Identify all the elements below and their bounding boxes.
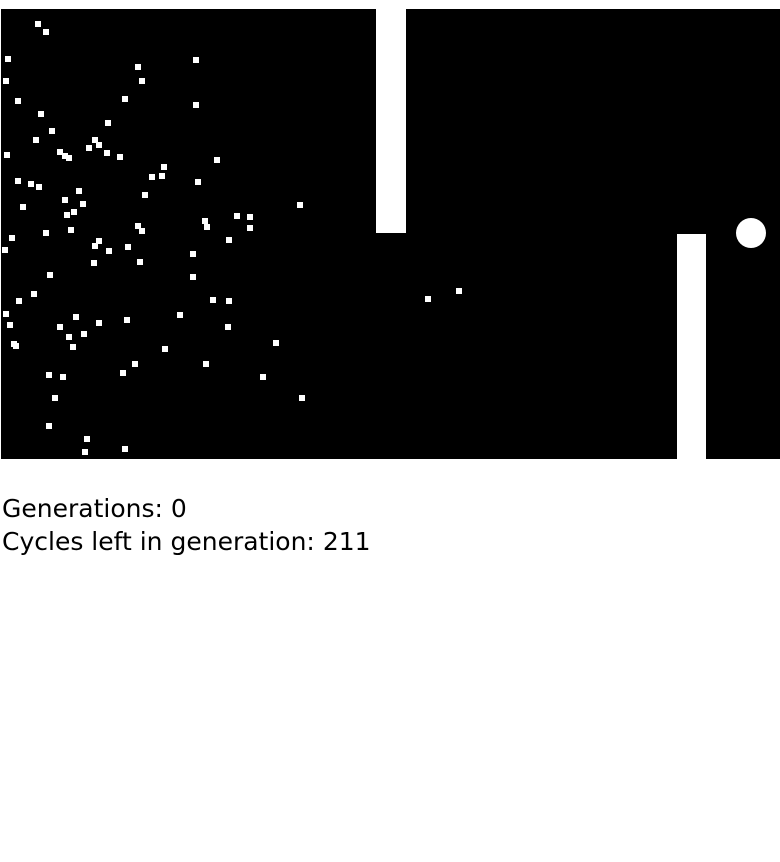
population-dot	[124, 317, 130, 323]
top-wall-obstacle	[376, 9, 406, 233]
population-dot	[66, 155, 72, 161]
population-dot	[60, 374, 66, 380]
population-dot	[64, 212, 70, 218]
population-dot	[161, 164, 167, 170]
population-dot	[96, 142, 102, 148]
population-dot	[15, 98, 21, 104]
population-dot	[214, 157, 220, 163]
population-dot	[92, 243, 98, 249]
population-dot	[43, 230, 49, 236]
population-dot	[299, 395, 305, 401]
cycles-readout: Cycles left in generation: 211	[2, 525, 371, 558]
population-dot	[46, 372, 52, 378]
population-dot	[4, 152, 10, 158]
population-dot	[57, 324, 63, 330]
population-dot	[80, 201, 86, 207]
population-dot	[247, 225, 253, 231]
population-dot	[226, 298, 232, 304]
population-dot	[49, 128, 55, 134]
population-dot	[120, 370, 126, 376]
population-dot	[70, 344, 76, 350]
population-dot	[96, 320, 102, 326]
population-dot	[91, 260, 97, 266]
population-dot	[52, 395, 58, 401]
population-dot	[425, 296, 431, 302]
population-dot	[31, 291, 37, 297]
population-dot	[225, 324, 231, 330]
population-dot	[9, 235, 15, 241]
population-dot	[38, 111, 44, 117]
population-dot	[203, 361, 209, 367]
population-dot	[47, 272, 53, 278]
population-dot	[159, 173, 165, 179]
population-dot	[15, 178, 21, 184]
population-dot	[5, 56, 11, 62]
population-dot	[3, 311, 9, 317]
population-dot	[125, 244, 131, 250]
population-dot	[247, 214, 253, 220]
generations-label: Generations:	[2, 494, 163, 523]
population-dot	[16, 298, 22, 304]
population-dot	[43, 29, 49, 35]
population-dot	[104, 150, 110, 156]
population-dot	[122, 96, 128, 102]
population-dot	[177, 312, 183, 318]
population-dot	[84, 436, 90, 442]
population-dot	[106, 248, 112, 254]
population-dot	[35, 21, 41, 27]
population-dot	[234, 213, 240, 219]
population-dot	[139, 228, 145, 234]
population-dot	[117, 154, 123, 160]
population-dot	[139, 78, 145, 84]
population-dot	[204, 224, 210, 230]
population-dot	[73, 314, 79, 320]
population-dot	[142, 192, 148, 198]
population-dot	[297, 202, 303, 208]
population-dot	[149, 174, 155, 180]
generations-readout: Generations: 0	[2, 492, 371, 525]
bottom-wall-obstacle	[677, 234, 706, 459]
population-dot	[82, 449, 88, 455]
game-arena	[1, 9, 780, 459]
population-dot	[105, 120, 111, 126]
population-dot	[190, 251, 196, 257]
population-dot	[193, 102, 199, 108]
population-dot	[71, 209, 77, 215]
population-dot	[162, 346, 168, 352]
population-dot	[76, 188, 82, 194]
generations-value: 0	[170, 494, 187, 523]
population-dot	[190, 274, 196, 280]
population-dot	[3, 78, 9, 84]
population-dot	[195, 179, 201, 185]
population-dot	[226, 237, 232, 243]
population-dot	[7, 322, 13, 328]
population-dot	[132, 361, 138, 367]
population-dot	[20, 204, 26, 210]
population-dot	[28, 181, 34, 187]
population-dot	[86, 145, 92, 151]
population-dot	[62, 197, 68, 203]
population-dot	[260, 374, 266, 380]
population-dot	[46, 423, 52, 429]
population-dot	[2, 247, 8, 253]
population-dot	[66, 334, 72, 340]
cycles-label: Cycles left in generation:	[2, 527, 315, 556]
population-dot	[135, 64, 141, 70]
population-dot	[273, 340, 279, 346]
population-dot	[33, 137, 39, 143]
population-dot	[137, 259, 143, 265]
goal-circle	[736, 218, 766, 248]
cycles-value: 211	[322, 527, 371, 556]
population-dot	[193, 57, 199, 63]
population-dot	[81, 331, 87, 337]
population-dot	[68, 227, 74, 233]
population-dot	[36, 184, 42, 190]
population-dot	[13, 343, 19, 349]
population-dot	[122, 446, 128, 452]
stats-panel: Generations: 0 Cycles left in generation…	[2, 492, 371, 558]
population-dot	[210, 297, 216, 303]
population-dot	[456, 288, 462, 294]
